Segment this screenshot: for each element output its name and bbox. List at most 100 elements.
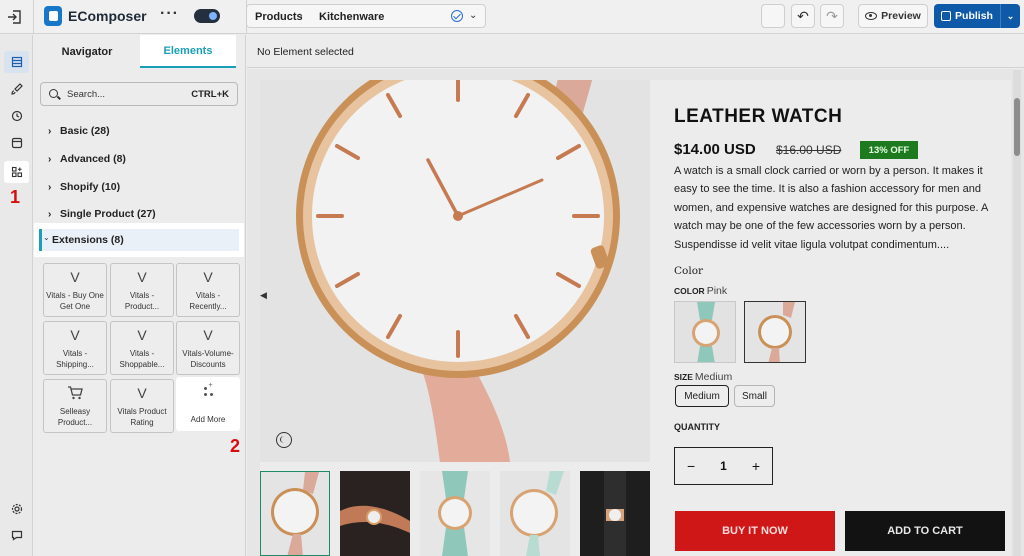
history-icon[interactable] — [4, 105, 29, 127]
discount-badge: 13% OFF — [860, 141, 918, 159]
quantity-label: QUANTITY — [674, 422, 720, 432]
settings-icon[interactable] — [4, 498, 29, 520]
redo-button[interactable]: ↷ — [820, 4, 844, 28]
brush-icon[interactable] — [4, 78, 29, 100]
category-label: Shopify (10) — [60, 181, 121, 193]
apps-icon[interactable] — [4, 161, 29, 183]
category-shopify[interactable]: › Shopify (10) — [48, 181, 120, 193]
canvas-scrollbar[interactable] — [1013, 70, 1021, 556]
quantity-stepper[interactable]: − 1 + — [674, 447, 773, 485]
extension-label: Vitals Product Rating — [117, 407, 167, 427]
size-option-label: SIZE Medium — [674, 371, 732, 383]
add-more-button[interactable]: Add More — [176, 377, 240, 431]
size-option-medium[interactable]: Medium — [675, 385, 729, 407]
extension-card[interactable]: Selleasy Product... — [43, 379, 107, 433]
extension-label: Vitals - Shoppable... — [119, 349, 165, 369]
search-icon — [49, 89, 58, 98]
exit-icon[interactable] — [6, 8, 24, 26]
minus-icon[interactable]: − — [687, 458, 695, 474]
vitals-icon: V — [203, 327, 213, 343]
extension-card[interactable]: V Vitals - Product... — [110, 263, 174, 317]
vitals-icon: V — [70, 327, 80, 343]
chevron-down-icon: ⌄ — [43, 233, 50, 242]
extensions-label: Extensions (8) — [52, 234, 124, 246]
publish-options-chevron-icon[interactable]: ⌄ — [1000, 4, 1020, 28]
extension-card[interactable]: V Vitals - Recently... — [176, 263, 240, 317]
add-apps-icon — [177, 382, 239, 399]
undo-icon: ↶ — [797, 7, 809, 24]
quantity-value[interactable]: 1 — [720, 459, 727, 473]
size-value: Medium — [694, 371, 733, 383]
plus-icon[interactable]: + — [752, 458, 760, 474]
category-advanced[interactable]: › Advanced (8) — [48, 153, 126, 165]
extensions-header[interactable]: ⌄ Extensions (8) — [39, 229, 239, 251]
undo-button[interactable]: ↶ — [791, 4, 815, 28]
device-button[interactable] — [761, 4, 785, 28]
top-bar: EComposer ··· Products › Kitchenware ⌄ ↶… — [0, 0, 1024, 34]
preview-button[interactable]: Preview — [858, 4, 928, 28]
size-option-small[interactable]: Small — [734, 385, 775, 407]
chevron-down-icon[interactable]: ⌄ — [469, 10, 477, 21]
product-info: LEATHER WATCH $14.00 USD $16.00 USD 13% … — [674, 80, 1005, 556]
extension-label: Vitals-Volume-Discounts — [182, 349, 234, 369]
extension-card[interactable]: V Vitals-Volume-Discounts — [176, 321, 240, 375]
buy-it-now-button[interactable]: BUY IT NOW — [675, 511, 835, 551]
extension-label: Vitals - Shipping... — [56, 349, 94, 369]
layers-icon[interactable] — [4, 51, 29, 73]
extension-card[interactable]: V Vitals - Shoppable... — [110, 321, 174, 375]
product-section[interactable]: ◀ LEATHER WATCH $14.00 USD $16.00 USD 13… — [260, 80, 1011, 556]
vitals-icon: V — [137, 385, 147, 401]
chat-support-icon[interactable] — [4, 524, 29, 546]
product-main-image[interactable]: ◀ — [260, 80, 650, 462]
extension-label: Vitals - Product... — [124, 291, 160, 311]
watch-image — [260, 80, 650, 462]
extension-label: Vitals - Buy One Get One — [46, 291, 104, 311]
extension-label: Vitals - Recently... — [189, 291, 227, 311]
thumbnail[interactable] — [500, 471, 570, 556]
breadcrumb-page[interactable]: Kitchenware — [319, 11, 384, 23]
mode-toggle[interactable] — [194, 9, 220, 23]
category-label: Basic (28) — [60, 125, 110, 137]
chevron-right-icon: › — [48, 182, 52, 193]
category-single-product[interactable]: › Single Product (27) — [48, 208, 156, 220]
icon-rail: 1 — [0, 35, 33, 556]
add-to-cart-button[interactable]: ADD TO CART — [845, 511, 1005, 551]
search-shortcut: CTRL+K — [191, 89, 229, 100]
thumbnail[interactable] — [340, 471, 410, 556]
category-basic[interactable]: › Basic (28) — [48, 125, 110, 137]
thumbnail[interactable] — [260, 471, 330, 556]
zoom-icon[interactable] — [276, 432, 292, 448]
scrollbar-thumb[interactable] — [1014, 98, 1020, 156]
thumbnail-strip — [260, 471, 650, 556]
color-option-label: COLOR Pink — [674, 285, 727, 297]
product-title: LEATHER WATCH — [674, 106, 843, 127]
breadcrumb-section[interactable]: Products — [255, 11, 303, 23]
extension-card[interactable]: V Vitals - Shipping... — [43, 321, 107, 375]
color-swatch[interactable] — [674, 301, 736, 363]
editor-canvas[interactable]: ◀ LEATHER WATCH $14.00 USD $16.00 USD 13… — [247, 69, 1024, 556]
divider — [33, 0, 34, 34]
chevron-right-icon: › — [48, 126, 52, 137]
redo-icon: ↷ — [826, 7, 838, 24]
category-label: Single Product (27) — [60, 208, 156, 220]
layout-icon[interactable] — [4, 132, 29, 154]
tab-elements[interactable]: Elements — [140, 35, 236, 68]
publish-button[interactable]: Publish ⌄ — [934, 4, 1020, 28]
product-price: $14.00 USD — [674, 141, 756, 158]
cart-icon — [44, 385, 106, 401]
tab-navigator[interactable]: Navigator — [34, 35, 140, 68]
app-menu-button[interactable]: ··· — [160, 5, 179, 23]
color-swatch-selected[interactable] — [744, 301, 806, 363]
annotation-step-2: 2 — [230, 436, 241, 456]
thumbnail[interactable] — [580, 471, 650, 556]
search-input[interactable]: Search... CTRL+K — [40, 82, 238, 106]
add-more-label: Add More — [190, 415, 226, 424]
extension-card[interactable]: V Vitals - Buy One Get One — [43, 263, 107, 317]
thumbnail[interactable] — [420, 471, 490, 556]
extension-card[interactable]: V Vitals Product Rating — [110, 379, 174, 433]
elements-sidebar: Navigator Elements Search... CTRL+K › Bas… — [34, 35, 246, 556]
previous-image-arrow-icon[interactable]: ◀ — [260, 290, 267, 301]
selection-status: No Element selected — [257, 46, 354, 58]
category-extensions[interactable]: ⌄ Extensions (8) — [34, 223, 244, 257]
page-selector[interactable]: Products › Kitchenware ⌄ — [246, 4, 486, 28]
